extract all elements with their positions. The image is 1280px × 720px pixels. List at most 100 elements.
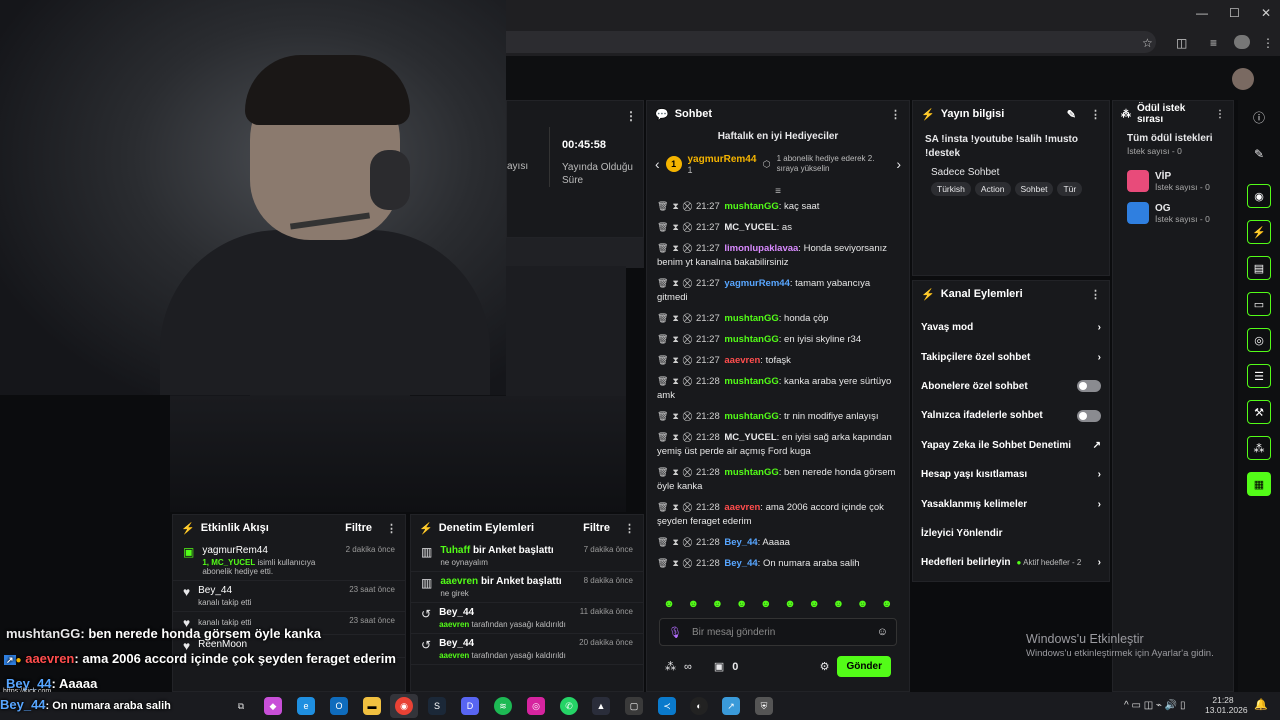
activity-more-icon[interactable]: ⋮ [386,522,397,535]
emotes-only-row[interactable]: Yalnızca ifadelerle sohbet [913,401,1109,430]
ban-icon[interactable]: ⛒ [683,222,692,232]
steam-icon[interactable]: S [428,697,446,715]
chat-input-box[interactable]: 🎙 Bir mesaj gönderin ☺ [659,618,897,646]
ban-icon[interactable]: ⛒ [683,376,692,386]
followers-only-row[interactable]: Takipçilere özel sohbet › [913,342,1109,371]
emote-icon[interactable]: ☻ [833,598,845,610]
points-icon[interactable]: ⁂ [1247,436,1271,460]
media-icon[interactable]: ≡ [1210,36,1217,50]
ban-icon[interactable]: ⛒ [683,355,692,365]
emote-icon[interactable]: ☻ [687,598,699,610]
timeout-icon[interactable]: ⧗ [672,355,678,365]
slow-mode-row[interactable]: Yavaş mod › [913,313,1109,342]
obs-icon[interactable]: ◐ [690,697,708,715]
subscribers-only-row[interactable]: Abonelere özel sohbet [913,372,1109,401]
filter-icon[interactable]: ≡ [647,186,909,197]
chat-input-placeholder[interactable]: Bir mesaj gönderin [692,627,867,638]
goals-row[interactable]: Hedefleri belirleyin ● Aktif hedefler - 2… [913,548,1109,577]
trash-icon[interactable]: 🗑 [657,278,668,288]
trash-icon[interactable]: 🗑 [657,467,668,477]
timeout-icon[interactable]: ⧗ [672,334,678,344]
chat-user[interactable]: limonlupaklavaa [724,243,798,254]
timeout-icon[interactable]: ⧗ [672,411,678,421]
timeout-icon[interactable]: ⧗ [672,558,678,568]
chevron-left-icon[interactable]: ‹ [655,156,660,172]
emote-icon[interactable]: ☻ [784,598,796,610]
trash-icon[interactable]: 🗑 [657,537,668,547]
trash-icon[interactable]: 🗑 [657,334,668,344]
chat-user[interactable]: mushtanGG [724,376,778,387]
trash-icon[interactable]: 🗑 [657,243,668,253]
info-more-icon[interactable]: ⋮ [1090,108,1101,121]
discord-icon[interactable]: D [461,697,479,715]
emote-icon[interactable]: ☻ [857,598,869,610]
timeout-icon[interactable]: ⧗ [672,376,678,386]
trash-icon[interactable]: 🗑 [657,502,668,512]
wrench-icon[interactable]: ⚒ [1247,400,1271,424]
spotify-icon[interactable]: ≋ [494,697,512,715]
reward-item-og[interactable]: OG İstek sayısı - 0 [1113,192,1233,224]
vscode-icon[interactable]: ≺ [658,697,676,715]
raid-row[interactable]: İzleyici Yönlendir [913,519,1109,548]
emoji-icon[interactable]: ☺ [877,626,888,638]
trash-icon[interactable]: 🗑 [657,222,668,232]
timeout-icon[interactable]: ⧗ [672,222,678,232]
ban-icon[interactable]: ⛒ [683,243,692,253]
chat-user[interactable]: mushtanGG [724,313,778,324]
actions-more-icon[interactable]: ⋮ [1090,288,1101,301]
lightning-icon[interactable]: ⚡ [1247,220,1271,244]
account-age-row[interactable]: Hesap yaşı kısıtlaması › [913,460,1109,489]
subscribers-only-toggle[interactable] [1077,380,1101,393]
app-icon[interactable]: ▢ [625,697,643,715]
task-view-icon[interactable]: ⧉ [232,697,250,715]
all-rewards-label[interactable]: Tüm ödül istekleri [1113,127,1233,144]
pencil-icon[interactable]: ✎ [1067,108,1076,121]
profile-icon[interactable] [1234,35,1250,49]
ban-icon[interactable]: ⛒ [683,278,692,288]
timeout-icon[interactable]: ⧗ [672,502,678,512]
emote-icon[interactable]: ☻ [712,598,724,610]
chat-user[interactable]: mushtanGG [724,201,778,212]
outlook-icon[interactable]: O [330,697,348,715]
trash-icon[interactable]: 🗑 [657,201,668,211]
app-icon[interactable]: ▲ [592,697,610,715]
ban-icon[interactable]: ⛒ [683,334,692,344]
broadcast-icon[interactable]: ◎ [1247,328,1271,352]
timeout-icon[interactable]: ⧗ [672,243,678,253]
document-icon[interactable]: ▤ [1247,256,1271,280]
chat-user[interactable]: Bey_44 [724,537,757,548]
tray-icons[interactable]: ^ ▭ ◫ ⌁ 🔊 ▯ [1124,700,1185,711]
notifications-icon[interactable]: 🔔 [1254,698,1268,711]
emote-icon[interactable]: ☻ [663,598,675,610]
send-button[interactable]: Gönder [837,656,891,677]
timeout-icon[interactable]: ⧗ [672,201,678,211]
chat-user[interactable]: MC_YUCEL [724,222,776,233]
timeout-icon[interactable]: ⧗ [672,432,678,442]
app-icon[interactable]: ↗ [722,697,740,715]
maximize-button[interactable]: ☐ [1229,6,1240,20]
edit-icon[interactable]: ✎ [1238,134,1280,174]
ban-icon[interactable]: ⛒ [683,432,692,442]
info-icon[interactable]: ⓘ [1238,100,1280,134]
trash-icon[interactable]: 🗑 [657,411,668,421]
emotes-only-toggle[interactable] [1077,409,1101,422]
chat-bubble-icon[interactable]: ▭ [1247,292,1271,316]
chat-user[interactable]: yagmurRem44 [724,278,789,289]
timeout-icon[interactable]: ⧗ [672,313,678,323]
emote-icon[interactable]: ☻ [760,598,772,610]
ban-icon[interactable]: ⛒ [683,502,692,512]
minimize-button[interactable]: — [1196,6,1208,20]
ai-moderation-row[interactable]: Yapay Zeka ile Sohbet Denetimi ↗ [913,431,1109,460]
activity-filter[interactable]: Filtre [345,522,372,534]
clapper-icon[interactable]: ▦ [1247,472,1271,496]
ban-icon[interactable]: ⛒ [683,313,692,323]
emote-icon[interactable]: ☻ [808,598,820,610]
timeout-icon[interactable]: ⧗ [672,467,678,477]
mod-tools-icon[interactable]: ☰ [1247,364,1271,388]
timeout-icon[interactable]: ⧗ [672,278,678,288]
reward-item-vip[interactable]: VİP İstek sayısı - 0 [1113,158,1233,192]
ban-icon[interactable]: ⛒ [683,558,692,568]
clock[interactable]: 21:28 13.01.2026 [1205,695,1248,715]
folder-icon[interactable]: ▬ [363,697,381,715]
trash-icon[interactable]: 🗑 [657,313,668,323]
